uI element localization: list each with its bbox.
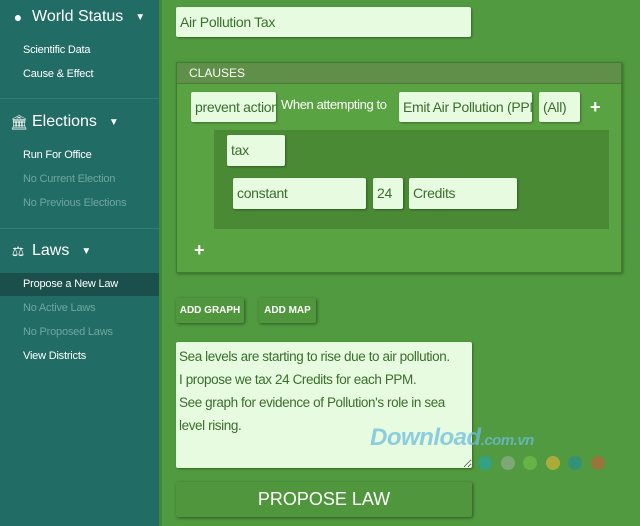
divider <box>0 98 159 99</box>
sidebar-item-propose-law[interactable]: Propose a New Law <box>0 273 159 296</box>
sidebar-item-view-districts[interactable]: View Districts <box>0 345 159 368</box>
effect-panel: tax constant 24 Credits <box>214 130 609 229</box>
law-title-input[interactable]: Air Pollution Tax <box>176 7 471 37</box>
effect-select[interactable]: tax <box>227 135 285 166</box>
watermark-logo: Download.com.vn <box>370 424 534 451</box>
clauses-panel: CLAUSES prevent action When attempting t… <box>176 62 622 273</box>
elections-header[interactable]: 🏛 Elections ▼ <box>10 113 119 131</box>
condition-label: When attempting to <box>281 97 387 112</box>
scope-select[interactable]: (All) <box>539 92 580 122</box>
divider <box>0 228 159 229</box>
watermark-dot <box>500 456 515 470</box>
watermark-dot <box>568 456 582 470</box>
watermark-dot <box>478 456 492 470</box>
action-select[interactable]: prevent action <box>191 92 276 122</box>
sidebar: ● World Status ▼ Scientific Data Cause & E… <box>0 0 162 526</box>
chevron-down-icon: ▼ <box>81 245 92 257</box>
laws-header[interactable]: ⚖ Laws ▼ <box>10 242 92 260</box>
amount-type-select[interactable]: constant <box>233 178 366 209</box>
chevron-down-icon: ▼ <box>108 116 119 128</box>
sidebar-item-no-previous-elections: No Previous Elections <box>23 197 127 209</box>
sidebar-item-no-current-election: No Current Election <box>23 173 116 185</box>
sidebar-item-cause-effect[interactable]: Cause & Effect <box>0 63 159 86</box>
add-condition-icon[interactable]: + <box>590 98 601 116</box>
scales-icon: ⚖ <box>11 242 25 259</box>
clauses-header: CLAUSES <box>177 63 621 84</box>
chevron-down-icon: ▼ <box>135 11 146 23</box>
propose-law-button[interactable]: PROPOSE LAW <box>176 482 472 517</box>
watermark-dot <box>545 456 560 470</box>
sidebar-item-run-for-office[interactable]: Run For Office <box>0 144 159 167</box>
activity-select[interactable]: Emit Air Pollution (PPM) <box>399 92 532 122</box>
sidebar-item-no-active-laws: No Active Laws <box>23 302 96 314</box>
globe-icon: ● <box>13 9 23 25</box>
amount-input[interactable]: 24 <box>373 178 403 209</box>
world-status-header[interactable]: ● World Status ▼ <box>10 8 145 26</box>
institution-icon: 🏛 <box>10 113 28 130</box>
sidebar-item-scientific-data[interactable]: Scientific Data <box>0 39 159 62</box>
watermark-dot <box>590 456 605 470</box>
add-graph-button[interactable]: ADD GRAPH <box>176 298 244 323</box>
currency-select[interactable]: Credits <box>409 178 517 209</box>
add-clause-icon[interactable]: + <box>194 241 205 259</box>
add-map-button[interactable]: ADD MAP <box>259 298 316 323</box>
sidebar-item-no-proposed-laws: No Proposed Laws <box>23 326 113 338</box>
watermark-dot <box>523 456 537 470</box>
